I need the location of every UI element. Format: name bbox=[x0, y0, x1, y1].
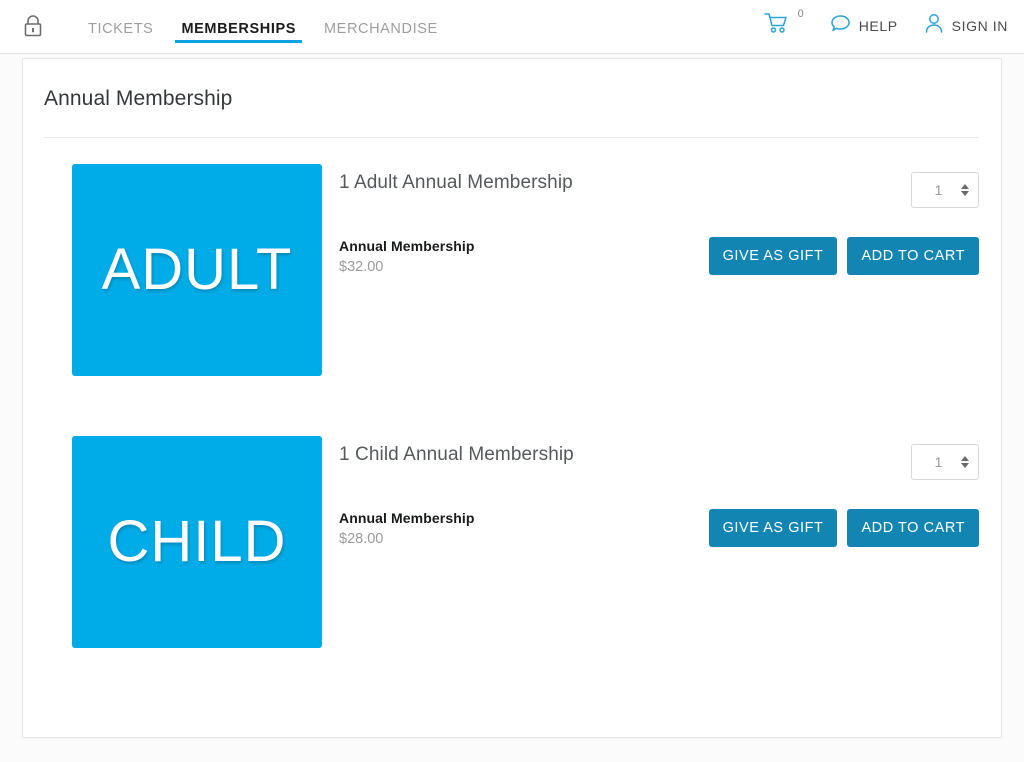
product-image-child[interactable]: CHILD bbox=[72, 436, 322, 648]
spinner-down-icon[interactable] bbox=[961, 191, 969, 196]
quantity-spinner-arrows[interactable] bbox=[961, 456, 969, 468]
product-details: 1 Adult Annual Membership Annual Members… bbox=[322, 164, 713, 376]
cart-button[interactable]: 0 bbox=[763, 8, 804, 39]
product-image-adult[interactable]: ADULT bbox=[72, 164, 322, 376]
shopping-cart-icon bbox=[763, 12, 789, 39]
product-subtitle: Annual Membership bbox=[339, 238, 475, 254]
page-title: Annual Membership bbox=[44, 87, 233, 110]
chat-bubble-icon bbox=[830, 14, 851, 38]
product-row: CHILD 1 Child Annual Membership Annual M… bbox=[23, 376, 1001, 648]
tab-merchandise[interactable]: MERCHANDISE bbox=[310, 0, 452, 53]
give-as-gift-button[interactable]: GIVE AS GIFT bbox=[708, 237, 838, 275]
add-to-cart-button[interactable]: ADD TO CART bbox=[847, 237, 979, 275]
give-as-gift-button[interactable]: GIVE AS GIFT bbox=[708, 509, 838, 547]
spinner-up-icon[interactable] bbox=[961, 184, 969, 189]
product-heading: 1 Adult Annual Membership bbox=[339, 172, 573, 193]
product-heading: 1 Child Annual Membership bbox=[339, 444, 574, 465]
product-actions: 1 GIVE AS GIFT ADD TO CART bbox=[708, 436, 979, 648]
add-to-cart-button[interactable]: ADD TO CART bbox=[847, 509, 979, 547]
lock-icon bbox=[22, 14, 44, 38]
product-row: ADULT 1 Adult Annual Membership Annual M… bbox=[23, 138, 1001, 376]
quantity-stepper[interactable]: 1 bbox=[911, 172, 979, 208]
tab-tickets[interactable]: TICKETS bbox=[74, 0, 167, 53]
sign-in-button[interactable]: SIGN IN bbox=[924, 13, 1008, 39]
sign-in-label: SIGN IN bbox=[951, 17, 1008, 34]
product-actions: 1 GIVE AS GIFT ADD TO CART bbox=[708, 164, 979, 376]
user-icon bbox=[924, 13, 944, 39]
product-image-label: ADULT bbox=[101, 237, 293, 302]
tab-merchandise-label: MERCHANDISE bbox=[324, 21, 438, 37]
quantity-stepper[interactable]: 1 bbox=[911, 444, 979, 480]
product-image-label: CHILD bbox=[107, 509, 287, 574]
site-header: TICKETS MEMBERSHIPS MERCHANDISE 0 HELP S… bbox=[0, 0, 1024, 54]
product-subtitle: Annual Membership bbox=[339, 510, 475, 526]
tab-memberships-label: MEMBERSHIPS bbox=[181, 21, 296, 37]
product-button-row: GIVE AS GIFT ADD TO CART bbox=[708, 509, 979, 547]
cart-count-badge: 0 bbox=[797, 8, 804, 20]
product-details: 1 Child Annual Membership Annual Members… bbox=[322, 436, 713, 648]
quantity-value: 1 bbox=[934, 454, 943, 470]
product-button-row: GIVE AS GIFT ADD TO CART bbox=[708, 237, 979, 275]
tab-tickets-label: TICKETS bbox=[88, 21, 154, 37]
spinner-down-icon[interactable] bbox=[961, 463, 969, 468]
spinner-up-icon[interactable] bbox=[961, 456, 969, 461]
main-navigation-tabs: TICKETS MEMBERSHIPS MERCHANDISE bbox=[74, 0, 452, 53]
tab-memberships[interactable]: MEMBERSHIPS bbox=[167, 0, 310, 53]
quantity-spinner-arrows[interactable] bbox=[961, 184, 969, 196]
help-button[interactable]: HELP bbox=[830, 14, 898, 38]
quantity-value: 1 bbox=[934, 182, 943, 198]
product-price: $32.00 bbox=[339, 259, 384, 275]
membership-card: Annual Membership ADULT 1 Adult Annual M… bbox=[22, 58, 1002, 738]
product-price: $28.00 bbox=[339, 531, 384, 547]
header-actions: 0 HELP SIGN IN bbox=[763, 8, 1008, 41]
help-label: HELP bbox=[858, 17, 898, 34]
